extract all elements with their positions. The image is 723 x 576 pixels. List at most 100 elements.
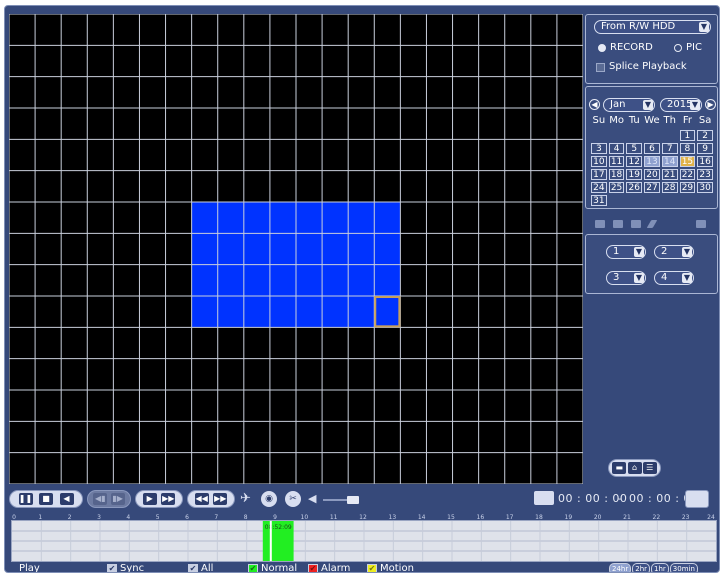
sync-checkbox[interactable]: ✔ Sync (107, 563, 144, 572)
calendar-day[interactable]: 20 (644, 169, 660, 180)
calendar-day[interactable]: 29 (679, 182, 696, 193)
next-month-icon[interactable]: ▶ (705, 99, 716, 110)
source-select[interactable]: From R/W HDD ▼ (594, 20, 711, 34)
calendar-day[interactable]: 14 (661, 156, 678, 167)
motion-region-cell[interactable] (243, 296, 270, 328)
play-backward-icon[interactable]: ◀ (59, 493, 74, 505)
calendar-day[interactable]: 8 (679, 143, 696, 154)
motion-region-cell[interactable] (348, 233, 375, 265)
motion-region-cell[interactable] (296, 296, 323, 328)
motion-region-cell[interactable] (217, 296, 244, 328)
channel-1-select[interactable]: 1 ▼ (606, 245, 646, 259)
motion-region-cell[interactable] (322, 233, 349, 265)
zoom-1hr-button[interactable]: 1hr (651, 563, 669, 572)
calendar-day[interactable]: 19 (626, 169, 643, 180)
motion-region-cell[interactable] (269, 264, 296, 296)
layout-9-icon[interactable] (631, 220, 641, 228)
month-select[interactable]: Jan ▼ (603, 98, 655, 112)
calendar-day[interactable]: 10 (591, 156, 607, 167)
calendar-day[interactable]: 30 (697, 182, 713, 193)
motion-region-cell[interactable] (348, 202, 375, 234)
prev-month-icon[interactable]: ◀ (589, 99, 600, 110)
calendar-day[interactable]: 25 (608, 182, 625, 193)
calendar-day[interactable]: 1 (679, 130, 696, 141)
motion-region-cell[interactable] (217, 202, 244, 234)
calendar-day[interactable]: 3 (591, 143, 607, 154)
motion-region-cell[interactable] (296, 233, 323, 265)
channel-4-select[interactable]: 4 ▼ (654, 271, 694, 285)
snapshot-icon[interactable]: ◉ (261, 491, 277, 507)
motion-checkbox[interactable]: ✔ Motion (367, 563, 414, 572)
motion-region-cell[interactable] (322, 264, 349, 296)
layout-4-icon[interactable] (613, 220, 623, 228)
alarm-checkbox[interactable]: ✔ Alarm (308, 563, 350, 572)
motion-region-cell[interactable] (217, 233, 244, 265)
calendar-day[interactable]: 22 (679, 169, 696, 180)
pause-icon[interactable]: ❚❚ (18, 493, 33, 505)
motion-region-cell[interactable] (191, 264, 218, 296)
edit-icon[interactable] (646, 220, 658, 228)
calendar-day[interactable]: 9 (697, 143, 713, 154)
motion-region-cell[interactable] (374, 264, 401, 296)
record-radio[interactable]: RECORD (598, 42, 653, 54)
layout-1-icon[interactable] (595, 220, 605, 228)
fast-forward-icon[interactable]: ▶▶ (161, 493, 176, 505)
motion-region-cell[interactable] (374, 202, 401, 234)
calendar-day[interactable]: 4 (608, 143, 625, 154)
motion-region-cell[interactable] (374, 296, 401, 328)
calendar-day[interactable]: 16 (697, 156, 713, 167)
digital-zoom-icon[interactable]: ✈ (240, 491, 254, 507)
motion-region-cell[interactable] (243, 264, 270, 296)
calendar-day[interactable]: 12 (626, 156, 643, 167)
calendar-day[interactable]: 2 (697, 130, 713, 141)
motion-region-cell[interactable] (348, 264, 375, 296)
calendar-day[interactable]: 17 (591, 169, 607, 180)
normal-checkbox[interactable]: ✔ Normal (248, 563, 297, 572)
calendar-day[interactable]: 31 (591, 195, 607, 206)
motion-region-cell[interactable] (348, 296, 375, 328)
previous-record-icon[interactable]: ◀◀ (194, 493, 209, 505)
timeline-tracks[interactable]: 08:52:09 (12, 521, 716, 561)
calendar-day[interactable]: 21 (661, 169, 678, 180)
volume-slider-handle[interactable] (347, 496, 359, 504)
motion-region-cell[interactable] (243, 202, 270, 234)
calendar-day[interactable]: 15 (679, 156, 696, 167)
calendar-day[interactable]: 27 (644, 182, 660, 193)
calendar-day[interactable]: 18 (608, 169, 625, 180)
volume-slider[interactable] (323, 496, 359, 504)
calendar-day[interactable]: 24 (591, 182, 607, 193)
calendar-day[interactable]: 26 (626, 182, 643, 193)
video-display[interactable] (9, 14, 583, 484)
motion-region-cell[interactable] (322, 296, 349, 328)
next-record-icon[interactable]: ▶▶ (213, 493, 228, 505)
motion-region-cell[interactable] (191, 233, 218, 265)
timeline-bar[interactable]: 08:52:09 (11, 520, 717, 562)
motion-region-cell[interactable] (296, 202, 323, 234)
motion-region-cell[interactable] (269, 202, 296, 234)
list-view-icon[interactable]: ▬ (612, 462, 627, 474)
zoom-24hr-button[interactable]: 24hr (609, 563, 632, 572)
volume-icon[interactable]: ◀ (308, 492, 316, 506)
motion-region-cell[interactable] (269, 233, 296, 265)
motion-region-cell[interactable] (374, 233, 401, 265)
calendar-day[interactable]: 5 (626, 143, 643, 154)
pic-radio[interactable]: PIC (674, 42, 702, 54)
calendar-day[interactable]: 11 (608, 156, 625, 167)
all-checkbox[interactable]: ✔ All (188, 563, 213, 572)
motion-region-cell[interactable] (217, 264, 244, 296)
stop-icon[interactable]: ■ (39, 493, 53, 505)
channel-2-select[interactable]: 2 ▼ (654, 245, 694, 259)
year-select[interactable]: 2015 ▼ (660, 98, 702, 112)
motion-region-cell[interactable] (269, 296, 296, 328)
motion-region-cell[interactable] (191, 296, 218, 328)
motion-region-cell[interactable] (243, 233, 270, 265)
delete-icon[interactable] (696, 220, 706, 228)
mark-icon[interactable]: ⌂ (627, 462, 642, 474)
motion-region-cell[interactable] (296, 264, 323, 296)
calendar-day[interactable]: 7 (661, 143, 678, 154)
prev-frame-icon[interactable]: ◀▮ (93, 493, 108, 505)
calendar-day[interactable]: 6 (644, 143, 660, 154)
motion-region-cell[interactable] (191, 202, 218, 234)
motion-grid[interactable] (9, 14, 583, 484)
channel-3-select[interactable]: 3 ▼ (606, 271, 646, 285)
